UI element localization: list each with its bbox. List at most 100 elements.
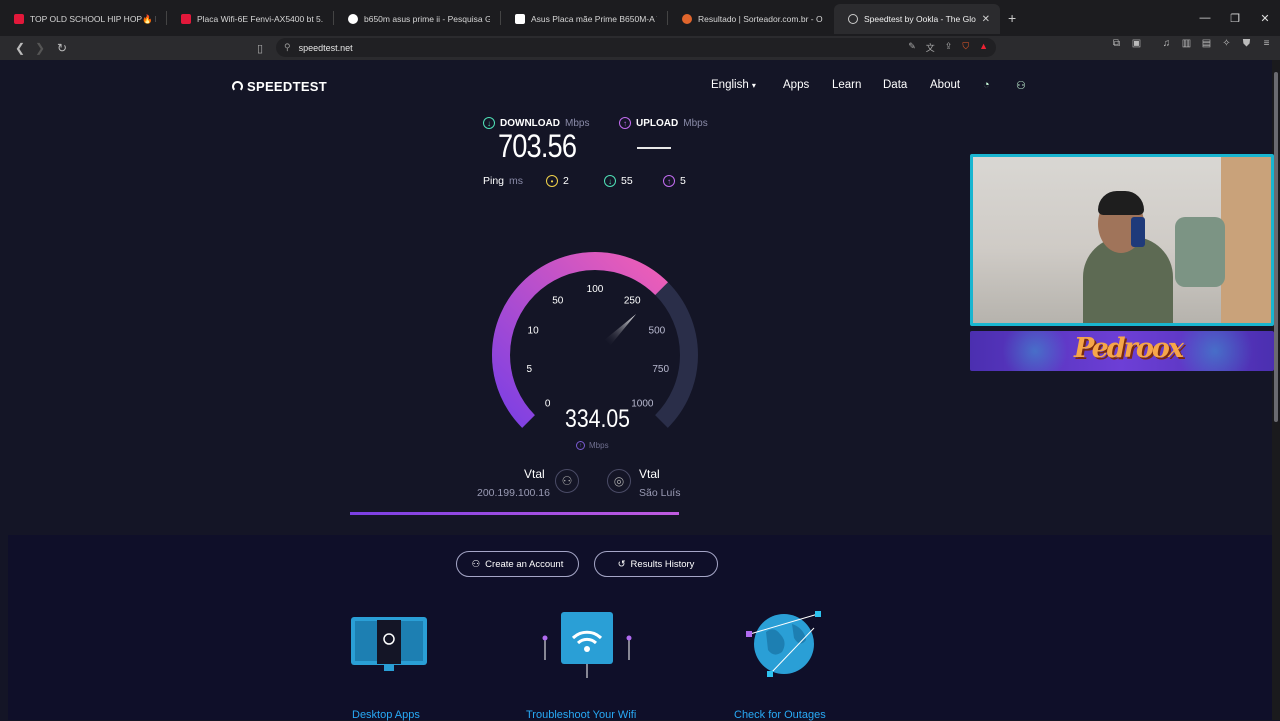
forward-icon[interactable]: ❯ <box>30 41 50 55</box>
client-ip: 200.199.100.16 <box>477 487 550 499</box>
history-icon[interactable]: ◔ <box>983 79 990 91</box>
desktop-apps-link[interactable]: Desktop Apps <box>352 709 420 721</box>
close-icon[interactable]: ✕ <box>1250 12 1280 25</box>
ping-idle-value: 2 <box>563 175 569 187</box>
wifi-illustration[interactable] <box>541 608 633 680</box>
nav-language[interactable]: English ▾ <box>711 79 756 91</box>
ping-label-group: Ping ms <box>483 175 523 187</box>
create-account-label: Create an Account <box>485 558 564 570</box>
test-progress-bar <box>350 512 679 515</box>
music-icon[interactable]: ♫ <box>1161 38 1172 49</box>
logo-text: SPEEDTEST <box>247 79 327 94</box>
address-bar[interactable]: ⚲ speedtest.net ✎ 文 ⇪ ⛉ ▲ <box>276 38 996 57</box>
google-icon <box>348 14 358 24</box>
plus-icon[interactable]: + <box>1008 10 1016 26</box>
wallet-icon[interactable]: ▤ <box>1201 38 1212 49</box>
tab-title: b650m asus prime ii - Pesquisa Goog <box>364 14 490 24</box>
door <box>1221 157 1271 323</box>
phone <box>1131 217 1145 247</box>
speedtest-logo[interactable]: SPEEDTEST <box>232 79 327 94</box>
upload-label: UPLOAD <box>636 117 679 129</box>
tab-youtube-wifi-card[interactable]: Placa Wifi-6E Fenvi-AX5400 bt 5.2 - Y <box>167 4 333 34</box>
ping-download-value: 55 <box>621 175 633 187</box>
gauge-tick-label: 0 <box>545 398 551 409</box>
screenshot-icon[interactable]: ▣ <box>1131 38 1142 49</box>
gauge-needle <box>604 314 637 346</box>
ping-label: Ping <box>483 175 505 187</box>
sidebar-icon[interactable]: ▥ <box>1181 38 1192 49</box>
gauge-tick-label: 50 <box>552 295 564 306</box>
outages-illustration[interactable] <box>744 608 824 680</box>
youtube-icon <box>14 14 24 24</box>
ping-upload: ↑ 5 <box>663 175 686 187</box>
vpn-icon[interactable]: ⛊ <box>1241 38 1252 49</box>
tab-sorteador[interactable]: Resultado | Sorteador.com.br - O Site <box>668 4 834 34</box>
ping-idle: • 2 <box>546 175 569 187</box>
history-icon: ↺ <box>617 558 626 570</box>
streamer-logo: Pedroox <box>1074 333 1184 364</box>
leo-ai-icon[interactable]: ✧ <box>1221 38 1232 49</box>
nav-data[interactable]: Data <box>883 79 907 91</box>
reload-icon[interactable]: ↻ <box>52 41 72 55</box>
tab-google-search[interactable]: b650m asus prime ii - Pesquisa Goog <box>334 4 500 34</box>
translate-icon[interactable]: 文 <box>926 41 935 54</box>
back-icon[interactable]: ❮ <box>10 41 30 55</box>
nav-learn[interactable]: Learn <box>832 79 861 91</box>
user-icon[interactable]: ⚇ <box>1016 79 1026 92</box>
upload-latency-icon: ↑ <box>663 175 675 187</box>
troubleshoot-wifi-link[interactable]: Troubleshoot Your Wifi <box>526 709 636 721</box>
palm-decoration <box>1170 331 1260 371</box>
restore-icon[interactable]: ❐ <box>1220 12 1250 25</box>
speedometer-icon <box>232 81 243 92</box>
server-location[interactable]: São Luís <box>639 487 680 499</box>
gauge-tick-label: 750 <box>652 364 669 375</box>
scrollbar-thumb[interactable] <box>1274 72 1278 422</box>
tracking-icon[interactable]: ✎ <box>908 41 916 54</box>
upload-unit: Mbps <box>683 117 708 129</box>
brave-shields-icon[interactable]: ⛉ <box>962 41 969 54</box>
results-history-button[interactable]: ↺ Results History <box>594 551 718 577</box>
tab-youtube-hiphop[interactable]: TOP OLD SCHOOL HIP HOP🔥 Ice <box>0 4 166 34</box>
bookmark-icon[interactable]: ▯ <box>250 42 270 55</box>
download-label: DOWNLOAD <box>500 117 560 129</box>
url-text[interactable]: speedtest.net <box>299 43 353 53</box>
upload-header: ↑ UPLOAD Mbps <box>619 117 708 129</box>
minimize-icon[interactable]: — <box>1190 12 1220 24</box>
extensions-icon[interactable]: ⧉ <box>1111 38 1122 49</box>
window-controls: — ❐ ✕ <box>1190 0 1280 36</box>
language-label: English <box>711 79 749 91</box>
menu-icon[interactable]: ≡ <box>1261 38 1272 49</box>
tab-title: Speedtest by Ookla - The Global <box>864 14 976 24</box>
address-bar-actions: ✎ 文 ⇪ ⛉ ▲ <box>908 41 988 54</box>
tab-speedtest[interactable]: Speedtest by Ookla - The Global ✕ <box>834 4 1000 34</box>
add-user-icon: ⚇ <box>471 558 481 570</box>
upload-arrow-icon: ↑ <box>576 441 585 450</box>
create-account-button[interactable]: ⚇ Create an Account <box>456 551 579 577</box>
extensions-bar: ⧉ ▣ ♫ ▥ ▤ ✧ ⛊ ≡ <box>1111 38 1272 49</box>
server-name[interactable]: Vtal <box>639 467 660 481</box>
desktop-apps-illustration[interactable] <box>350 612 430 676</box>
chevron-down-icon: ▾ <box>751 81 756 90</box>
brave-rewards-icon[interactable]: ▲ <box>979 41 988 54</box>
nav-about[interactable]: About <box>930 79 960 91</box>
webcam-overlay <box>970 154 1274 326</box>
nav-apps[interactable]: Apps <box>783 79 809 91</box>
ping-download: ↓ 55 <box>604 175 633 187</box>
check-outages-link[interactable]: Check for Outages <box>734 709 826 721</box>
progress-fill <box>350 512 679 515</box>
gauge-unit-group: ↑ Mbps <box>576 441 609 450</box>
tab-amazon-motherboard[interactable]: Asus Placa mãe Prime B650M-A WIFI <box>501 4 667 34</box>
client-isp: Vtal <box>524 467 545 481</box>
share-icon[interactable]: ⇪ <box>945 41 953 54</box>
palm-decoration <box>1000 331 1070 371</box>
site-info-icon[interactable]: ⚲ <box>284 42 291 53</box>
sorteador-icon <box>682 14 692 24</box>
upload-pending-dash <box>637 147 671 149</box>
idle-latency-icon: • <box>546 175 558 187</box>
results-history-label: Results History <box>630 558 695 570</box>
close-tab-icon[interactable]: ✕ <box>982 14 990 25</box>
globe-icon[interactable]: ◎ <box>607 469 631 493</box>
tab-bar: TOP OLD SCHOOL HIP HOP🔥 Ice Placa Wifi-6… <box>0 0 1280 36</box>
gauge-tick-label: 250 <box>624 295 641 306</box>
tab-title: Asus Placa mãe Prime B650M-A WIFI <box>531 14 657 24</box>
